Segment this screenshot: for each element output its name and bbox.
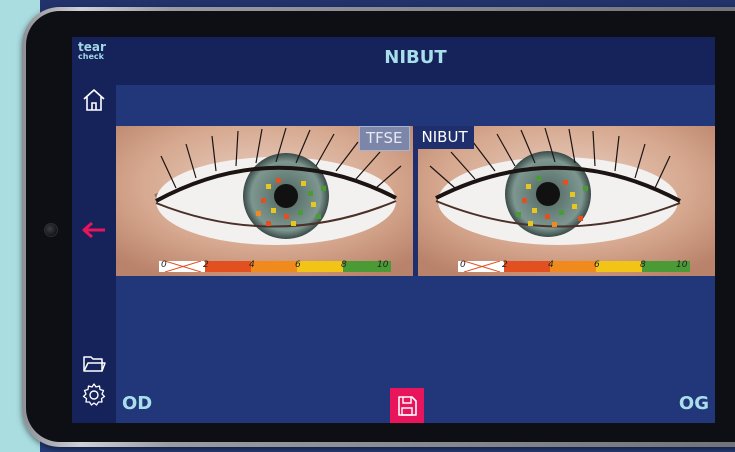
tab-tfse[interactable]: TFSE (359, 126, 410, 151)
scale-segment (550, 261, 596, 272)
camera-icon (44, 223, 58, 237)
scale-label: 10 (676, 260, 688, 270)
top-bar: NIBUT (116, 37, 715, 85)
eye-images: TFSE NIBUT 0 2 4 6 8 10 0 2 4 6 8 10 (116, 126, 715, 276)
scale-label: 8 (640, 260, 646, 270)
scale-label: 2 (502, 260, 508, 270)
scale-label: 4 (249, 260, 255, 270)
nibut-scale-od: 0 2 4 6 8 10 (159, 260, 391, 272)
page-title: NIBUT (384, 47, 447, 68)
tab-nibut[interactable]: NIBUT (415, 126, 474, 149)
scale-segment (596, 261, 642, 272)
scale-label: 10 (377, 260, 389, 270)
scale-label: 6 (594, 260, 600, 270)
logo: tear check (78, 40, 106, 61)
home-icon[interactable] (81, 87, 107, 113)
folder-icon[interactable] (81, 350, 107, 376)
sidebar: tear check (72, 37, 116, 423)
app-screen: tear check NIBUT TFSE NIBUT 0 2 4 6 8 10… (72, 37, 715, 423)
scale-label: 0 (460, 260, 466, 270)
scale-label: 4 (548, 260, 554, 270)
scale-label: 2 (203, 260, 209, 270)
scale-label: 0 (161, 260, 167, 270)
scale-label: 8 (341, 260, 347, 270)
nibut-scale-og: 0 2 4 6 8 10 (458, 260, 690, 272)
od-label: OD (122, 393, 153, 414)
logo-line-1: tear (78, 40, 106, 54)
og-label: OG (678, 393, 709, 414)
save-button[interactable] (390, 388, 424, 423)
save-icon (398, 395, 417, 416)
gear-icon[interactable] (81, 382, 107, 408)
scale-label: 6 (295, 260, 301, 270)
scale-segment (504, 261, 550, 272)
arrow-left-icon[interactable] (81, 217, 107, 243)
tab-bar: TFSE NIBUT (359, 126, 474, 151)
logo-line-2: check (78, 52, 104, 61)
scale-segment (251, 261, 297, 272)
scale-segment (297, 261, 343, 272)
scale-segment (205, 261, 251, 272)
screen-right-edge (715, 37, 735, 423)
